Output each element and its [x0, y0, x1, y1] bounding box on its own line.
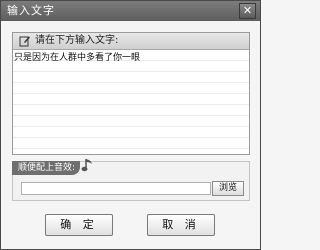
close-button[interactable]: ✕	[239, 3, 256, 19]
cancel-button[interactable]: 取 消	[147, 214, 215, 236]
title-bar[interactable]: 输入文字 ✕	[1, 1, 260, 21]
text-input-panel: 请在下方输入文字: 只是因为在人群中多看了你一眼	[12, 32, 250, 155]
panel-header: 请在下方输入文字:	[13, 33, 249, 50]
close-icon: ✕	[242, 4, 253, 17]
sound-effect-tab: 顺便配上音效:	[12, 161, 80, 175]
input-text-dialog: 输入文字 ✕ 请在下方输入文字: 只是因为在人群中多看了你一眼 顺便配上音效: …	[0, 0, 261, 250]
sound-effect-panel: 顺便配上音效: 浏览	[12, 159, 250, 201]
sound-effect-label: 顺便配上音效:	[18, 163, 76, 173]
sound-file-input[interactable]	[21, 182, 211, 195]
music-note-icon	[81, 159, 92, 172]
text-area[interactable]	[13, 50, 249, 154]
edit-icon	[19, 36, 30, 47]
window-title: 输入文字	[7, 4, 55, 17]
confirm-button[interactable]: 确 定	[45, 214, 113, 236]
browse-button[interactable]: 浏览	[212, 181, 244, 196]
input-text-value: 只是因为在人群中多看了你一眼	[14, 53, 141, 63]
input-prompt-label: 请在下方输入文字:	[35, 35, 119, 46]
